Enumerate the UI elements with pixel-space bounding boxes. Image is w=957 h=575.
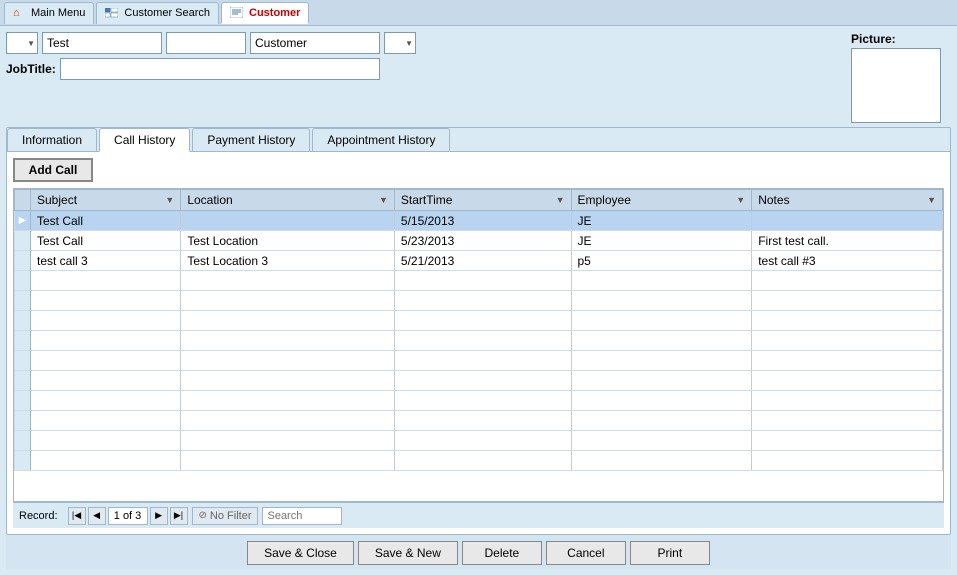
form-icon	[230, 7, 243, 18]
filter-icon: ⊘	[199, 510, 207, 521]
cell-starttime-2: 5/23/2013	[394, 231, 571, 251]
col-employee[interactable]: Employee ▼	[571, 190, 752, 211]
cell-notes-1	[752, 211, 943, 231]
row-indicator-3	[15, 251, 31, 271]
picture-label: Picture:	[851, 32, 896, 46]
call-history-content: Add Call Subject ▼	[7, 152, 950, 534]
first-name-input[interactable]	[42, 32, 162, 54]
call-history-table: Subject ▼ Location ▼	[14, 189, 943, 471]
header-row2: JobTitle:	[6, 58, 845, 80]
cell-notes-3: test call #3	[752, 251, 943, 271]
col-location[interactable]: Location ▼	[181, 190, 395, 211]
inner-tabs-container: Information Call History Payment History…	[6, 127, 951, 535]
cell-location-2: Test Location	[181, 231, 395, 251]
table-row[interactable]: Test Call Test Location 5/23/2013 JE Fir…	[15, 231, 943, 251]
table-row-empty	[15, 291, 943, 311]
row-indicator-1: ▶	[15, 211, 31, 231]
tab-call-history[interactable]: Call History	[99, 128, 190, 152]
record-number-input[interactable]	[108, 507, 148, 525]
tab-appointment-history[interactable]: Appointment History	[312, 128, 450, 151]
grid-icon	[105, 8, 118, 19]
header-left: ▼ ▼ JobTitle:	[6, 32, 845, 80]
suffix-select[interactable]: ▼	[384, 32, 416, 54]
data-table: Subject ▼ Location ▼	[13, 188, 944, 502]
cell-notes-2: First test call.	[752, 231, 943, 251]
cell-starttime-1: 5/15/2013	[394, 211, 571, 231]
table-body: ▶ Test Call 5/15/2013 JE Test Call Test …	[15, 211, 943, 471]
suffix-arrow-icon: ▼	[405, 39, 413, 48]
home-icon: ⌂	[13, 7, 27, 19]
sort-starttime-icon: ▼	[556, 195, 565, 205]
save-new-button[interactable]: Save & New	[358, 541, 458, 565]
save-close-button[interactable]: Save & Close	[247, 541, 354, 565]
middle-name-input[interactable]	[166, 32, 246, 54]
table-row-empty	[15, 431, 943, 451]
picture-box: Picture:	[851, 32, 951, 123]
status-bar: Record: |◀ ◀ ▶ ▶| ⊘ No Filter	[13, 502, 944, 528]
row-indicator-header	[15, 190, 31, 211]
tab-information[interactable]: Information	[7, 128, 97, 151]
last-name-input[interactable]	[250, 32, 380, 54]
tab-payment-history[interactable]: Payment History	[192, 128, 310, 151]
delete-button[interactable]: Delete	[462, 541, 542, 565]
prefix-arrow-icon: ▼	[27, 39, 35, 48]
inner-tabs-row: Information Call History Payment History…	[7, 128, 950, 152]
cell-employee-2: JE	[571, 231, 752, 251]
table-row-empty	[15, 311, 943, 331]
table-row-empty	[15, 371, 943, 391]
col-starttime[interactable]: StartTime ▼	[394, 190, 571, 211]
row-indicator-2	[15, 231, 31, 251]
cell-employee-1: JE	[571, 211, 752, 231]
table-row-empty	[15, 411, 943, 431]
add-call-button[interactable]: Add Call	[13, 158, 93, 182]
header-fields: ▼ ▼ JobTitle: Picture:	[6, 32, 951, 123]
cell-employee-3: p5	[571, 251, 752, 271]
header-row1: ▼ ▼	[6, 32, 845, 54]
table-row[interactable]: test call 3 Test Location 3 5/21/2013 p5…	[15, 251, 943, 271]
table-row-empty	[15, 271, 943, 291]
title-bar: ⌂ Main Menu Customer Search Customer	[0, 0, 957, 26]
sort-notes-icon: ▼	[927, 195, 936, 205]
last-record-button[interactable]: ▶|	[170, 507, 188, 525]
prefix-select[interactable]: ▼	[6, 32, 38, 54]
cancel-button[interactable]: Cancel	[546, 541, 626, 565]
table-row-empty	[15, 391, 943, 411]
cell-subject-3: test call 3	[31, 251, 181, 271]
tab-customer-search[interactable]: Customer Search	[96, 2, 219, 24]
cell-starttime-3: 5/21/2013	[394, 251, 571, 271]
cell-subject-2: Test Call	[31, 231, 181, 251]
record-label: Record:	[19, 510, 58, 522]
prev-record-button[interactable]: ◀	[88, 507, 106, 525]
cell-location-3: Test Location 3	[181, 251, 395, 271]
sort-employee-icon: ▼	[736, 195, 745, 205]
picture-frame	[851, 48, 941, 123]
col-notes[interactable]: Notes ▼	[752, 190, 943, 211]
search-input[interactable]	[262, 507, 342, 525]
main-area: ▼ ▼ JobTitle: Picture: Inform	[0, 26, 957, 575]
cell-location-1	[181, 211, 395, 231]
tab-main-menu[interactable]: ⌂ Main Menu	[4, 2, 94, 24]
no-filter-button[interactable]: ⊘ No Filter	[192, 507, 259, 525]
jobtitle-label: JobTitle:	[6, 62, 56, 76]
table-header: Subject ▼ Location ▼	[15, 190, 943, 211]
table-row-empty	[15, 331, 943, 351]
table-row-empty	[15, 451, 943, 471]
table-row[interactable]: ▶ Test Call 5/15/2013 JE	[15, 211, 943, 231]
first-record-button[interactable]: |◀	[68, 507, 86, 525]
cell-subject-1: Test Call	[31, 211, 181, 231]
table-row-empty	[15, 351, 943, 371]
record-nav: |◀ ◀ ▶ ▶|	[68, 507, 188, 525]
tab-customer[interactable]: Customer	[221, 2, 309, 24]
bottom-buttons: Save & Close Save & New Delete Cancel Pr…	[6, 535, 951, 569]
print-button[interactable]: Print	[630, 541, 710, 565]
next-record-button[interactable]: ▶	[150, 507, 168, 525]
jobtitle-input[interactable]	[60, 58, 380, 80]
sort-subject-icon: ▼	[165, 195, 174, 205]
sort-location-icon: ▼	[379, 195, 388, 205]
col-subject[interactable]: Subject ▼	[31, 190, 181, 211]
